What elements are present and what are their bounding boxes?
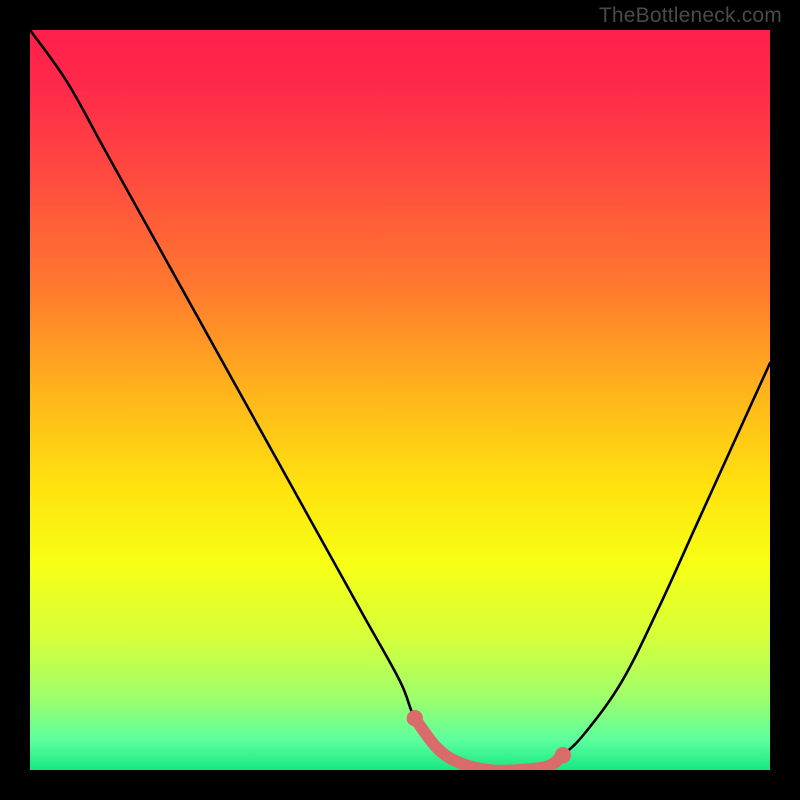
chart-frame: TheBottleneck.com bbox=[0, 0, 800, 800]
bottleneck-curve bbox=[30, 30, 770, 770]
plot-area bbox=[30, 30, 770, 770]
watermark-text: TheBottleneck.com bbox=[599, 4, 782, 28]
